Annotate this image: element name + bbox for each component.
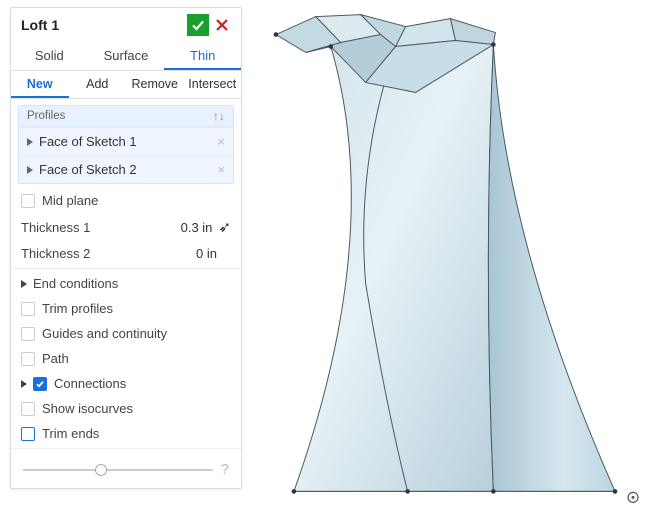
profile-item[interactable]: Face of Sketch 2 × (19, 155, 233, 183)
chevron-right-icon (27, 138, 33, 146)
chevron-right-icon[interactable] (21, 280, 27, 288)
thickness2-row: Thickness 2 0 in (11, 241, 241, 269)
trim-ends-label: Trim ends (42, 426, 231, 441)
connections-label: Connections (54, 376, 231, 391)
boolean-tabs: New Add Remove Intersect (11, 71, 241, 99)
3d-viewport[interactable] (246, 4, 645, 510)
trim-ends-checkbox[interactable] (21, 427, 35, 441)
end-conditions-row[interactable]: End conditions (11, 271, 241, 296)
connections-row[interactable]: Connections (11, 371, 241, 396)
profile-item[interactable]: Face of Sketch 1 × (19, 127, 233, 155)
path-checkbox[interactable] (21, 352, 35, 366)
cancel-button[interactable] (211, 14, 233, 36)
guides-checkbox[interactable] (21, 327, 35, 341)
remove-profile-icon[interactable]: × (217, 134, 225, 149)
chevron-right-icon (27, 166, 33, 174)
connections-checkbox[interactable] (33, 377, 47, 391)
show-iso-checkbox[interactable] (21, 402, 35, 416)
midplane-row[interactable]: Mid plane (11, 188, 241, 213)
guides-label: Guides and continuity (42, 326, 231, 341)
subtab-new[interactable]: New (11, 71, 69, 98)
dialog-header: Loft 1 (11, 8, 241, 42)
profile-item-label: Face of Sketch 1 (39, 134, 137, 149)
trim-ends-row[interactable]: Trim ends (11, 421, 241, 449)
thickness1-label: Thickness 1 (21, 220, 181, 235)
thickness1-value[interactable]: 0.3 in (181, 220, 213, 235)
loft-preview (246, 4, 645, 510)
chevron-right-icon[interactable] (21, 380, 27, 388)
reorder-icon[interactable]: ↑↓ (213, 109, 225, 123)
opacity-slider-row: ? (11, 451, 241, 488)
thickness2-label: Thickness 2 (21, 246, 196, 261)
dialog-title: Loft 1 (21, 17, 185, 33)
subtab-intersect[interactable]: Intersect (184, 71, 242, 98)
midplane-checkbox[interactable] (21, 194, 35, 208)
path-row[interactable]: Path (11, 346, 241, 371)
subtab-remove[interactable]: Remove (126, 71, 184, 98)
tab-solid[interactable]: Solid (11, 42, 88, 70)
remove-profile-icon[interactable]: × (217, 162, 225, 177)
direction-arrow-icon[interactable]: ➶ (218, 218, 231, 236)
end-conditions-label: End conditions (33, 276, 231, 291)
midplane-label: Mid plane (42, 193, 231, 208)
opacity-slider[interactable] (23, 463, 213, 477)
check-icon (190, 17, 206, 33)
tab-thin[interactable]: Thin (164, 42, 241, 70)
type-tabs: Solid Surface Thin (11, 42, 241, 71)
subtab-add[interactable]: Add (69, 71, 127, 98)
path-label: Path (42, 351, 231, 366)
trim-profiles-checkbox[interactable] (21, 302, 35, 316)
show-iso-label: Show isocurves (42, 401, 231, 416)
guides-row[interactable]: Guides and continuity (11, 321, 241, 346)
trim-profiles-row[interactable]: Trim profiles (11, 296, 241, 321)
close-icon (215, 18, 229, 32)
profiles-list: Profiles ↑↓ Face of Sketch 1 × Face of S… (18, 105, 234, 184)
show-iso-row[interactable]: Show isocurves (11, 396, 241, 421)
profile-item-label: Face of Sketch 2 (39, 162, 137, 177)
help-icon[interactable]: ? (221, 461, 229, 478)
slider-thumb[interactable] (95, 464, 107, 476)
check-icon (35, 379, 45, 389)
trim-profiles-label: Trim profiles (42, 301, 231, 316)
confirm-button[interactable] (187, 14, 209, 36)
thickness2-value[interactable]: 0 in (196, 246, 217, 261)
loft-dialog: Loft 1 Solid Surface Thin New Add Remove… (10, 7, 242, 489)
tab-surface[interactable]: Surface (88, 42, 165, 70)
profiles-header: Profiles ↑↓ (19, 106, 233, 127)
profiles-label: Profiles (27, 110, 65, 122)
slider-track (23, 469, 213, 471)
thickness1-row: Thickness 1 0.3 in ➶ (11, 213, 241, 241)
